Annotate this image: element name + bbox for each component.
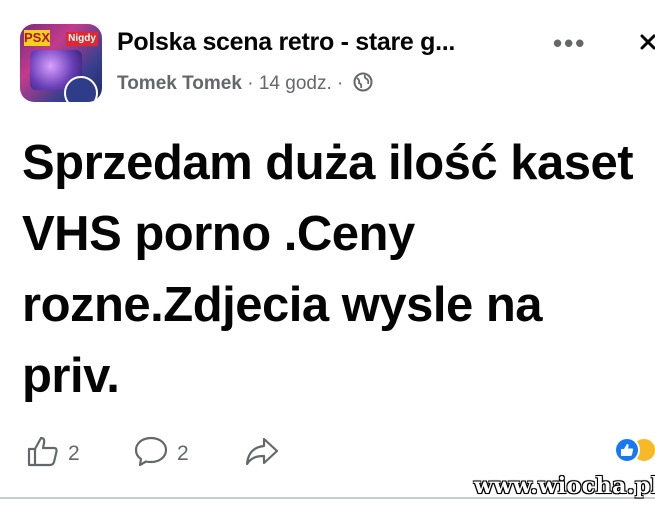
close-icon[interactable] [626,30,655,60]
group-avatar[interactable]: PSX Nigdy [20,24,102,102]
meta-separator-2: · [337,73,344,94]
more-options-icon[interactable]: ••• [553,28,586,59]
meta-separator: · [247,73,254,94]
globe-icon [353,72,373,98]
comment-button[interactable]: 2 [133,434,189,474]
share-arrow-icon [244,434,280,474]
post-header: PSX Nigdy Polska scena retro - stare g..… [0,0,655,110]
post-time[interactable]: 14 godz. [259,73,332,94]
share-button[interactable] [244,434,280,474]
watermark-text: www.wiocha.pl [474,473,655,499]
reaction-icons[interactable] [614,436,655,466]
author-name-link[interactable]: Tomek Tomek [117,73,242,94]
comment-bubble-icon [133,434,169,474]
like-button[interactable]: 2 [26,434,80,474]
group-name-link[interactable]: Polska scena retro - stare g... [117,28,537,57]
thumbs-up-icon [26,434,60,474]
avatar-tag-nigdy: Nigdy [66,32,98,46]
post-text: Sprzedam duża ilość kaset VHS porno .Cen… [22,136,634,403]
avatar-tag-psx: PSX [24,30,51,46]
like-count: 2 [68,442,80,465]
comment-count: 2 [177,442,189,465]
post-meta: Tomek Tomek · 14 godz. · [117,72,373,98]
author-profile-badge[interactable] [64,76,98,102]
